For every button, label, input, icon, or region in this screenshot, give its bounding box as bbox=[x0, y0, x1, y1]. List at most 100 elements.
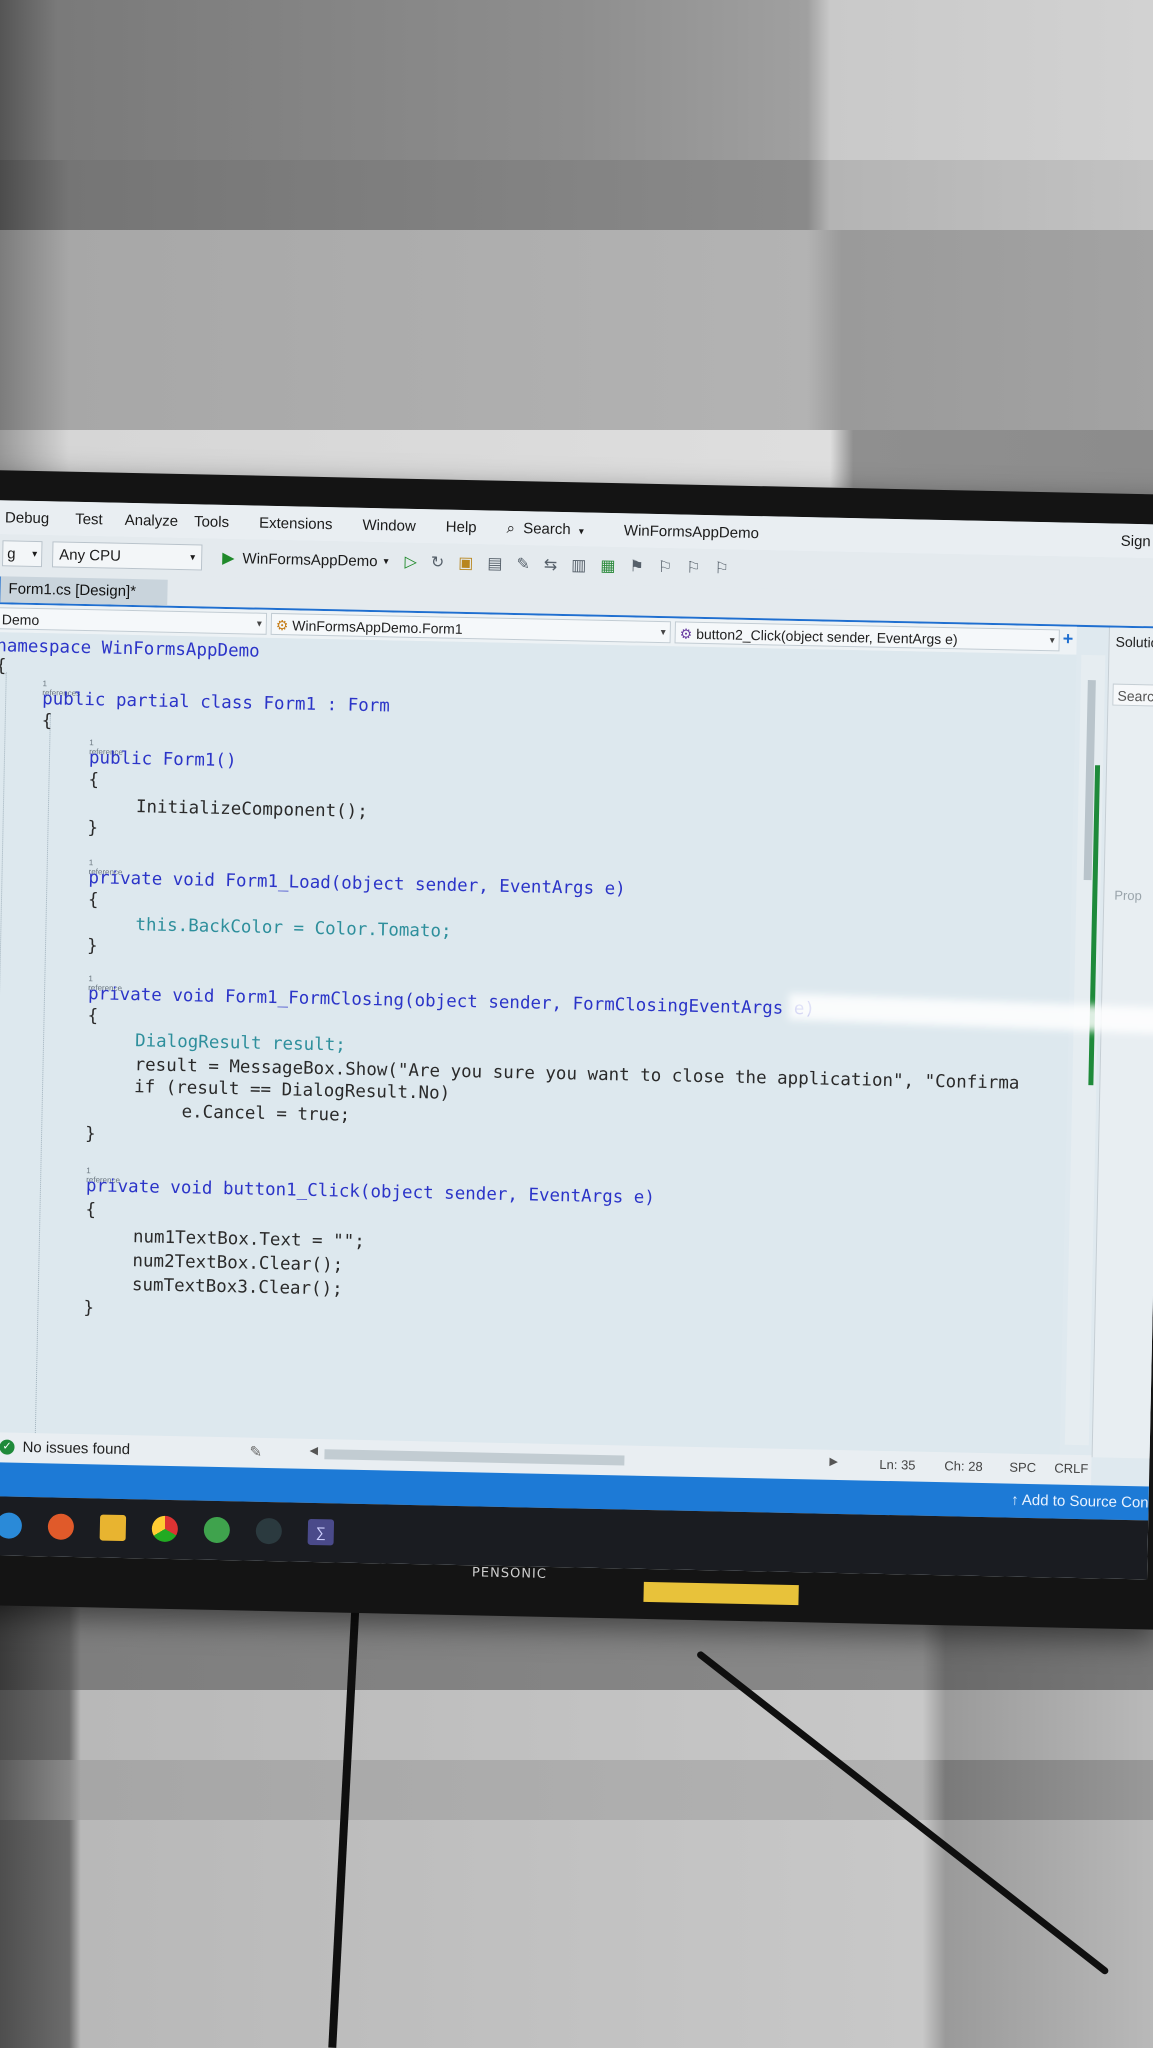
code-line: { bbox=[0, 656, 7, 677]
code-line: this.BackColor = Color.Tomato; bbox=[135, 915, 451, 942]
menu-debug[interactable]: Debug bbox=[5, 509, 50, 527]
solution-explorer-title: Solution bbox=[1115, 633, 1153, 651]
run-without-debug-icon[interactable]: ▷ bbox=[404, 552, 417, 572]
project-title: WinFormsAppDemo bbox=[623, 521, 760, 542]
monitor-brand: PENSONIC bbox=[471, 1565, 548, 1582]
add-to-source-control-label: Add to Source Con bbox=[1021, 1491, 1149, 1512]
layout-icon[interactable]: ▥ bbox=[571, 555, 587, 575]
window-icon[interactable]: ▤ bbox=[487, 553, 503, 573]
indent-guide bbox=[34, 713, 51, 1434]
monitor-sticker bbox=[643, 1581, 799, 1606]
menu-help[interactable]: Help bbox=[446, 518, 477, 536]
background-floor bbox=[0, 1760, 1153, 1820]
code-line-text: public partial class Form1 : Form bbox=[42, 689, 391, 717]
member-dropdown-value: button2_Click(object sender, EventArgs e… bbox=[696, 625, 958, 648]
chevron-down-icon: ▾ bbox=[256, 618, 262, 630]
bookmark-next-icon[interactable]: ⚐ bbox=[686, 558, 701, 578]
background-wall bbox=[0, 160, 1153, 230]
folder-icon[interactable]: ▣ bbox=[458, 553, 474, 573]
code-line: public partial class Form1 : Form bbox=[42, 689, 390, 716]
scroll-right-icon[interactable]: ▶ bbox=[829, 1455, 838, 1468]
sign-in-link[interactable]: Sign bbox=[1121, 532, 1151, 550]
toolbar-icons: ▷ ↻ ▣ ▤ ✎ ⇆ ▥ ▦ ⚑ ⚐ ⚐ ⚐ bbox=[404, 552, 729, 579]
add-to-source-control-button[interactable]: ↑ Add to Source Con bbox=[1011, 1492, 1149, 1512]
search-icon: ⌕ bbox=[506, 519, 516, 537]
class-dropdown-value: WinFormsAppDemo.Form1 bbox=[292, 617, 463, 637]
configuration-select[interactable]: g ▾ bbox=[1, 540, 43, 568]
chevron-down-icon: ▾ bbox=[32, 548, 38, 560]
hot-reload-icon[interactable]: ↻ bbox=[431, 552, 445, 572]
search-menu[interactable]: ⌕ Search ▾ bbox=[506, 519, 584, 538]
whitespace-mode[interactable]: SPC bbox=[1009, 1460, 1036, 1476]
comment-icon[interactable]: ✎ bbox=[516, 554, 530, 574]
code-line: { bbox=[88, 770, 100, 791]
code-line-text: private void Form1_Load(object sender, E… bbox=[88, 868, 626, 900]
brush-icon[interactable]: ✎ bbox=[249, 1443, 262, 1461]
code-line: num2TextBox.Clear(); bbox=[132, 1251, 344, 1276]
code-line: } bbox=[83, 1298, 95, 1319]
bookmark-prev-icon[interactable]: ⚐ bbox=[658, 557, 673, 577]
file-explorer-icon[interactable] bbox=[99, 1514, 127, 1542]
code-line-text: private void Form1_FormClosing(object se… bbox=[87, 984, 816, 1020]
code-line: { bbox=[87, 1006, 99, 1027]
app-icon[interactable] bbox=[203, 1516, 231, 1544]
code-line: namespace WinFormsAppDemo bbox=[0, 636, 260, 662]
search-label: Search bbox=[523, 519, 571, 538]
code-line-text: DialogResult result; bbox=[134, 1031, 346, 1056]
tab-form1-design[interactable]: Form1.cs [Design]* bbox=[0, 576, 168, 606]
format-icon[interactable]: ▦ bbox=[600, 556, 616, 576]
edge-icon[interactable] bbox=[0, 1512, 23, 1539]
ide-window: Debug Test Analyze Tools Extensions Wind… bbox=[0, 500, 1153, 1580]
editor-horizontal-scrollbar[interactable] bbox=[324, 1449, 625, 1466]
code-line: if (result == DialogResult.No) bbox=[133, 1077, 451, 1104]
code-line-text: namespace WinFormsAppDemo bbox=[0, 636, 260, 662]
code-line: private void button1_Click(object sender… bbox=[86, 1176, 655, 1208]
code-line: e.Cancel = true; bbox=[181, 1102, 351, 1126]
app-icon[interactable] bbox=[255, 1517, 283, 1545]
menu-test[interactable]: Test bbox=[75, 510, 103, 528]
line-number[interactable]: Ln: 35 bbox=[879, 1457, 915, 1473]
arrow-up-icon: ↑ bbox=[1010, 1491, 1019, 1509]
code-line: { bbox=[87, 890, 99, 911]
scroll-left-icon[interactable]: ◀ bbox=[309, 1444, 318, 1457]
code-line: private void Form1_FormClosing(object se… bbox=[88, 984, 815, 1019]
menu-extensions[interactable]: Extensions bbox=[259, 514, 333, 533]
chevron-down-icon: ▾ bbox=[578, 525, 584, 537]
code-line: InitializeComponent(); bbox=[135, 797, 368, 822]
visual-studio-icon[interactable]: ∑ bbox=[307, 1518, 335, 1546]
add-icon[interactable]: + bbox=[1062, 629, 1073, 650]
code-line: DialogResult result; bbox=[135, 1031, 346, 1055]
check-icon: ✓ bbox=[0, 1439, 15, 1455]
chevron-down-icon: ▾ bbox=[190, 551, 196, 563]
platform-select[interactable]: Any CPU ▾ bbox=[51, 541, 203, 571]
code-line-text: this.BackColor = Color.Tomato; bbox=[135, 915, 452, 942]
code-line: } bbox=[87, 818, 99, 839]
code-line: { bbox=[85, 1200, 97, 1221]
bookmark-icon[interactable]: ⚑ bbox=[629, 556, 644, 576]
issues-label: No issues found bbox=[22, 1438, 131, 1459]
properties-panel-title: Prop bbox=[1114, 887, 1142, 904]
background-wall bbox=[0, 0, 1153, 160]
chevron-down-icon: ▾ bbox=[660, 627, 666, 639]
code-line-text: private void button1_Click(object sender… bbox=[85, 1176, 656, 1209]
chrome-icon[interactable] bbox=[151, 1515, 179, 1543]
chevron-down-icon: ▾ bbox=[1049, 635, 1055, 647]
step-icon[interactable]: ⇆ bbox=[544, 555, 558, 575]
project-dropdown[interactable]: Demo ▾ bbox=[0, 607, 268, 635]
code-editor[interactable]: namespace WinFormsAppDemo { 1 references… bbox=[0, 632, 1077, 1455]
play-icon: ▶ bbox=[222, 549, 235, 568]
start-debugging-button[interactable]: ▶ WinFormsAppDemo ▾ bbox=[222, 548, 389, 571]
configuration-value: g bbox=[7, 544, 16, 563]
menu-analyze[interactable]: Analyze bbox=[125, 511, 179, 529]
project-dropdown-value: Demo bbox=[1, 611, 40, 629]
column-number[interactable]: Ch: 28 bbox=[944, 1458, 983, 1474]
solution-search-input[interactable]: Search bbox=[1112, 683, 1153, 707]
issues-indicator[interactable]: ✓ No issues found bbox=[0, 1438, 130, 1458]
run-target-label: WinFormsAppDemo bbox=[242, 549, 378, 570]
menu-tools[interactable]: Tools bbox=[194, 513, 229, 531]
menu-window[interactable]: Window bbox=[362, 516, 416, 534]
line-ending[interactable]: CRLF bbox=[1054, 1461, 1088, 1477]
bookmark-clear-icon[interactable]: ⚐ bbox=[714, 558, 729, 578]
code-line: { bbox=[41, 711, 53, 732]
brave-icon[interactable] bbox=[47, 1513, 75, 1540]
